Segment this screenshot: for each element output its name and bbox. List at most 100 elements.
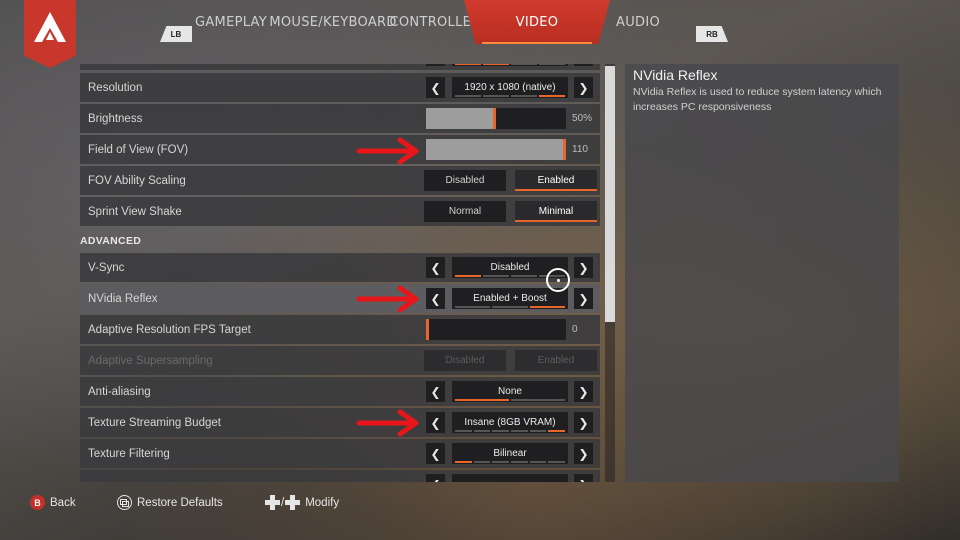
setting-row-adaptive-supersampling: Adaptive Supersampling Disabled Enabled [80, 346, 600, 375]
setting-row-anti-aliasing[interactable]: Anti-aliasing ❮ None ❯ [80, 377, 600, 406]
scrollbar-thumb[interactable] [605, 66, 615, 322]
anti-aliasing-selector[interactable]: None [452, 381, 568, 402]
nvidia-reflex-selector[interactable]: Enabled + Boost [452, 288, 568, 309]
slider-knob[interactable] [426, 319, 429, 340]
setting-row-texture-filtering[interactable]: Texture Filtering ❮ Bilinear ❯ [80, 439, 600, 468]
back-label: Back [50, 496, 76, 509]
lb-bumper-icon[interactable]: LB [160, 26, 192, 42]
cursor-icon [546, 268, 570, 292]
partial-row-top: ❮ ❯ [80, 64, 600, 70]
next-arrow-icon[interactable]: ❯ [574, 64, 593, 66]
setting-label: Sprint View Shake [88, 205, 182, 218]
option-disabled: Disabled [424, 350, 506, 371]
slider-knob[interactable] [563, 139, 566, 160]
setting-label: Brightness [88, 112, 143, 125]
next-arrow-icon[interactable]: ❯ [574, 77, 593, 98]
selector-value: None [498, 386, 522, 397]
option-minimal[interactable]: Minimal [515, 201, 597, 222]
section-header-advanced: ADVANCED [80, 235, 142, 247]
adaptive-fps-slider[interactable] [426, 319, 566, 340]
slider-value: 110 [572, 144, 588, 155]
selector-box[interactable] [452, 64, 568, 66]
setting-row-fov-ability-scaling[interactable]: FOV Ability Scaling Disabled Enabled [80, 166, 600, 195]
tab-gameplay[interactable]: GAMEPLAY [190, 0, 272, 44]
selector-value: 1920 x 1080 (native) [464, 82, 556, 93]
dpad-icon [265, 495, 280, 510]
setting-label: Field of View (FOV) [88, 143, 189, 156]
next-arrow-icon[interactable]: ❯ [574, 381, 593, 402]
partial-row-bottom: ❮ ❯ [80, 470, 600, 482]
resolution-selector[interactable]: 1920 x 1080 (native) [452, 77, 568, 98]
next-arrow-icon[interactable]: ❯ [574, 412, 593, 433]
setting-label: FOV Ability Scaling [88, 174, 186, 187]
prev-arrow-icon[interactable]: ❮ [426, 381, 445, 402]
prev-arrow-icon[interactable]: ❮ [426, 474, 445, 482]
view-button-icon [117, 495, 132, 510]
setting-row-texture-streaming-budget[interactable]: Texture Streaming Budget ❮ Insane (8GB V… [80, 408, 600, 437]
slider-value: 50% [572, 113, 593, 124]
setting-label: Resolution [88, 81, 143, 94]
setting-label: Adaptive Supersampling [88, 354, 213, 367]
slider-knob[interactable] [493, 108, 496, 129]
description-title: NVidia Reflex [633, 67, 718, 83]
prev-arrow-icon[interactable]: ❮ [426, 412, 445, 433]
setting-row-fov[interactable]: Field of View (FOV) 110 [80, 135, 600, 164]
option-disabled[interactable]: Disabled [424, 170, 506, 191]
prev-arrow-icon[interactable]: ❮ [426, 77, 445, 98]
tab-mouse-keyboard[interactable]: MOUSE/KEYBOARD [269, 0, 396, 44]
description-panel: NVidia Reflex NVidia Reflex is used to r… [625, 64, 899, 482]
annotation-arrow-icon [356, 409, 419, 437]
b-button-icon: B [30, 495, 45, 510]
selector-box[interactable] [452, 474, 568, 482]
modify-button[interactable]: / Modify [265, 495, 339, 510]
setting-row-vsync[interactable]: V-Sync ❮ Disabled ❯ [80, 253, 600, 282]
setting-row-resolution[interactable]: Resolution ❮ 1920 x 1080 (native) ❯ [80, 73, 600, 102]
next-arrow-icon[interactable]: ❯ [574, 443, 593, 464]
option-normal[interactable]: Normal [424, 201, 506, 222]
selector-value: Insane (8GB VRAM) [464, 417, 556, 428]
annotation-arrow-icon [356, 137, 419, 165]
modify-separator: / [281, 496, 285, 509]
annotation-arrow-icon [356, 285, 419, 313]
prev-arrow-icon[interactable]: ❮ [426, 443, 445, 464]
selector-value: Disabled [490, 262, 530, 273]
option-enabled: Enabled [515, 350, 597, 371]
selector-value: Enabled + Boost [473, 293, 547, 304]
setting-row-brightness[interactable]: Brightness 50% [80, 104, 600, 133]
scrollbar[interactable] [605, 64, 615, 482]
tab-audio[interactable]: AUDIO [604, 0, 672, 44]
next-arrow-icon[interactable]: ❯ [574, 288, 593, 309]
setting-label: V-Sync [88, 261, 125, 274]
next-arrow-icon[interactable]: ❯ [574, 474, 593, 482]
prev-arrow-icon[interactable]: ❮ [426, 64, 445, 66]
tab-controller[interactable]: CONTROLLER [390, 0, 481, 44]
brightness-slider[interactable] [426, 108, 566, 129]
prev-arrow-icon[interactable]: ❮ [426, 288, 445, 309]
description-text: NVidia Reflex is used to reduce system l… [633, 86, 882, 113]
texture-budget-selector[interactable]: Insane (8GB VRAM) [452, 412, 568, 433]
modify-label: Modify [305, 496, 340, 509]
tab-bar: LB GAMEPLAY MOUSE/KEYBOARD CONTROLLER VI… [0, 0, 960, 44]
setting-row-nvidia-reflex[interactable]: NVidia Reflex ❮ Enabled + Boost ❯ [80, 284, 600, 313]
prev-arrow-icon[interactable]: ❮ [426, 257, 445, 278]
setting-label: Texture Filtering [88, 447, 170, 460]
option-enabled[interactable]: Enabled [515, 170, 597, 191]
rb-bumper-icon[interactable]: RB [696, 26, 728, 42]
slider-fill [426, 139, 564, 160]
setting-label: Texture Streaming Budget [88, 416, 221, 429]
texture-filtering-selector[interactable]: Bilinear [452, 443, 568, 464]
next-arrow-icon[interactable]: ❯ [574, 257, 593, 278]
setting-row-sprint-view-shake[interactable]: Sprint View Shake Normal Minimal [80, 197, 600, 226]
restore-defaults-button[interactable]: Restore Defaults [117, 495, 223, 510]
setting-row-adaptive-fps-target[interactable]: Adaptive Resolution FPS Target 0 [80, 315, 600, 344]
setting-label: NVidia Reflex [88, 292, 158, 305]
setting-label: Adaptive Resolution FPS Target [88, 323, 251, 336]
tab-video[interactable]: VIDEO [464, 0, 610, 44]
setting-label: Anti-aliasing [88, 385, 151, 398]
back-button[interactable]: B Back [30, 495, 76, 510]
slider-fill [426, 108, 493, 129]
fov-slider[interactable] [426, 139, 566, 160]
video-settings-panel: ❮ ❯ Resolution ❮ 1920 x 1080 (native) ❯ … [80, 64, 600, 482]
slider-value: 0 [572, 324, 578, 335]
selector-value: Bilinear [493, 448, 527, 459]
